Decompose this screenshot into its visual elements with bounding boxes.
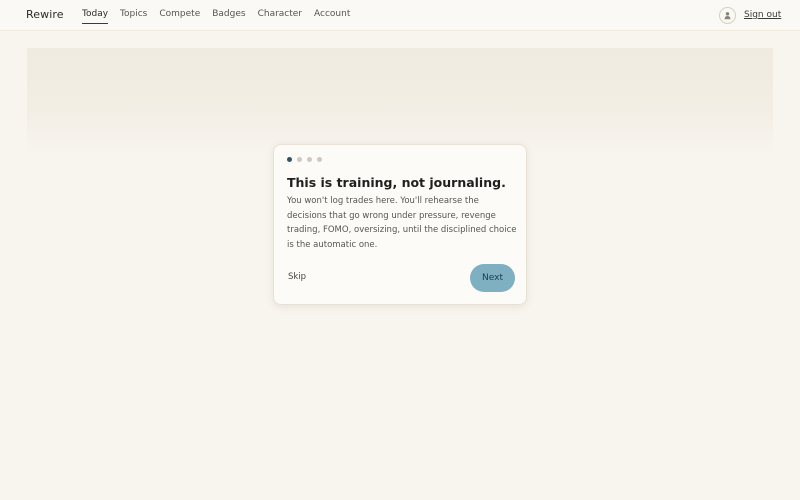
step-dot-3[interactable] bbox=[307, 157, 312, 162]
nav-item-compete[interactable]: Compete bbox=[159, 9, 200, 23]
step-dot-2[interactable] bbox=[297, 157, 302, 162]
sign-out-link[interactable]: Sign out bbox=[744, 10, 781, 20]
nav-item-character[interactable]: Character bbox=[258, 9, 302, 23]
main-nav: Today Topics Compete Badges Character Ac… bbox=[82, 9, 350, 24]
step-indicator bbox=[287, 157, 322, 162]
top-bar: Rewire Today Topics Compete Badges Chara… bbox=[0, 0, 800, 31]
nav-item-topics[interactable]: Topics bbox=[120, 9, 147, 23]
step-dot-4[interactable] bbox=[317, 157, 322, 162]
step-dot-1[interactable] bbox=[287, 157, 292, 162]
onboarding-card: This is training, not journaling. You wo… bbox=[273, 144, 527, 305]
card-title: This is training, not journaling. bbox=[287, 175, 506, 190]
nav-item-account[interactable]: Account bbox=[314, 9, 350, 23]
nav-item-today[interactable]: Today bbox=[82, 9, 109, 24]
skip-button[interactable]: Skip bbox=[288, 272, 306, 282]
brand-logo[interactable]: Rewire bbox=[26, 8, 64, 21]
nav-item-badges[interactable]: Badges bbox=[212, 9, 245, 23]
avatar[interactable] bbox=[719, 7, 736, 24]
next-button[interactable]: Next bbox=[470, 264, 515, 292]
card-body: You won't log trades here. You'll rehear… bbox=[287, 196, 517, 250]
hero-banner bbox=[27, 48, 773, 158]
user-icon bbox=[724, 12, 731, 20]
